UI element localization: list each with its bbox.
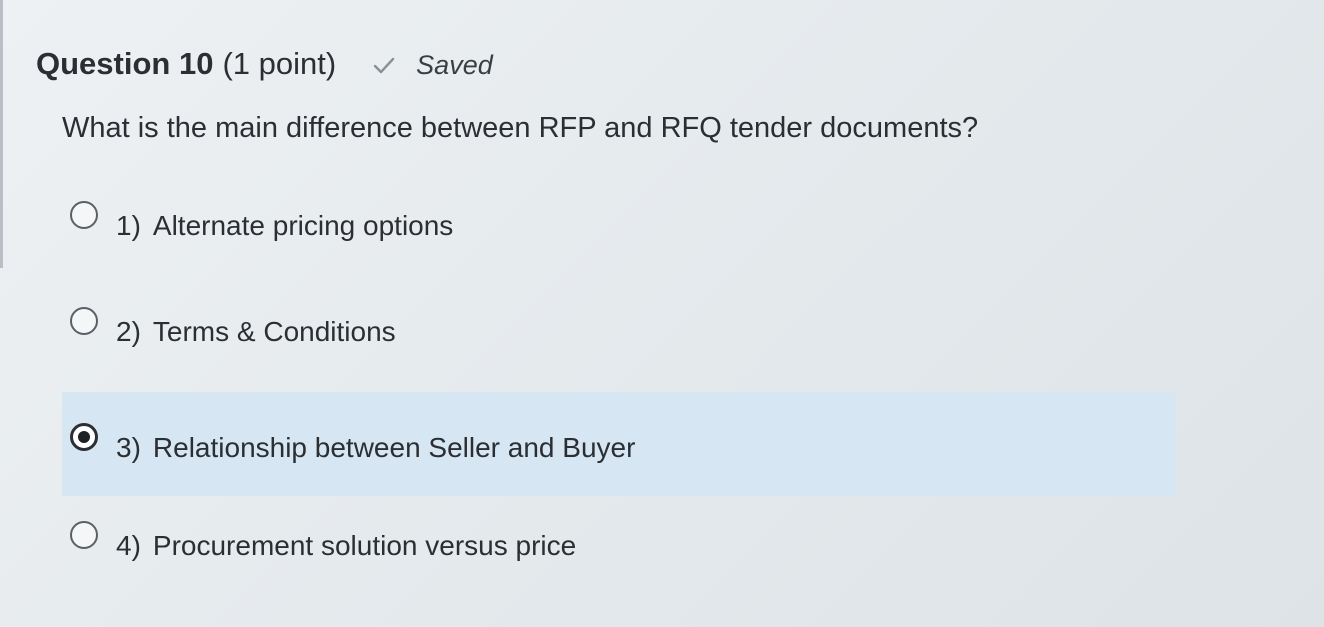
radio-button-4[interactable] xyxy=(70,521,98,549)
answer-option-2[interactable]: 2) Terms & Conditions xyxy=(62,276,1176,380)
question-header: Question 10 (1 point) Saved xyxy=(36,46,493,82)
option-number: 1) xyxy=(116,210,141,241)
answer-option-1[interactable]: 1) Alternate pricing options xyxy=(62,170,1176,274)
option-label: Terms & Conditions xyxy=(152,316,396,347)
option-number: 4) xyxy=(116,530,141,561)
question-points: (1 point) xyxy=(222,46,337,81)
question-title: Question 10 xyxy=(36,46,214,81)
left-border xyxy=(0,0,3,268)
option-label: Relationship between Seller and Buyer xyxy=(152,432,636,463)
radio-button-3-selected[interactable] xyxy=(70,423,98,451)
option-label: Procurement solution versus price xyxy=(152,530,577,561)
check-icon xyxy=(372,56,396,76)
saved-label: Saved xyxy=(416,50,493,80)
option-number: 2) xyxy=(116,316,141,347)
answer-option-4[interactable]: 4) Procurement solution versus price xyxy=(62,490,1176,594)
option-number: 3) xyxy=(116,432,141,463)
question-prompt: What is the main difference between RFP … xyxy=(62,112,979,144)
saved-status: Saved xyxy=(372,50,493,81)
radio-button-1[interactable] xyxy=(70,201,98,229)
answer-option-3[interactable]: 3) Relationship between Seller and Buyer xyxy=(62,392,1176,496)
radio-button-2[interactable] xyxy=(70,307,98,335)
option-label: Alternate pricing options xyxy=(152,210,454,241)
